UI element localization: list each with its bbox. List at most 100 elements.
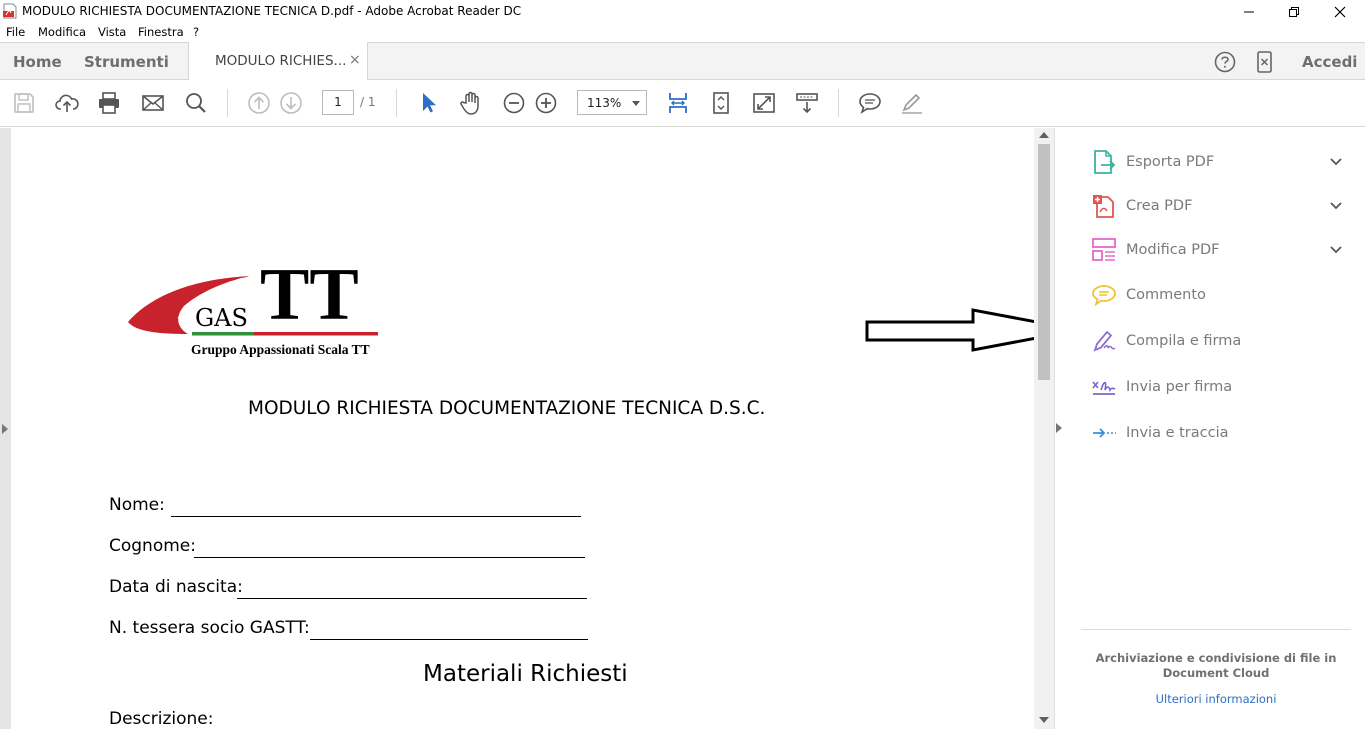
- tool-compila-e-firma[interactable]: Compila e firma: [1091, 328, 1361, 356]
- tool-esporta-pdf[interactable]: Esporta PDF: [1091, 149, 1361, 177]
- left-pane-toggle-icon[interactable]: [2, 424, 8, 434]
- rotate-view-icon[interactable]: [709, 91, 733, 115]
- more-info-link[interactable]: Ulteriori informazioni: [1081, 692, 1351, 706]
- export-pdf-icon: [1094, 150, 1116, 174]
- field-surname-line: [194, 557, 585, 558]
- toolbar-separator: [227, 89, 228, 117]
- hand-tool-icon[interactable]: [459, 91, 483, 115]
- tab-close-icon[interactable]: ×: [349, 52, 361, 68]
- acrobat-pdf-icon: [3, 3, 17, 19]
- tab-document-label: MODULO RICHIES...: [215, 53, 347, 69]
- pdf-page: GAS TT Gruppo Appassionati Scala TT MODU…: [11, 128, 1034, 729]
- search-icon[interactable]: [184, 91, 208, 115]
- tool-label: Invia e traccia: [1126, 425, 1229, 441]
- restore-icon: [1289, 7, 1299, 17]
- zoom-select[interactable]: 113%: [577, 90, 647, 115]
- tab-document[interactable]: MODULO RICHIES... ×: [188, 42, 368, 80]
- tools-pane-toggle-icon[interactable]: [1056, 423, 1062, 433]
- page-total: / 1: [360, 95, 376, 109]
- help-icon[interactable]: [1214, 51, 1236, 73]
- minimize-icon: [1244, 11, 1254, 13]
- title-bar: MODULO RICHIESTA DOCUMENTAZIONE TECNICA …: [0, 0, 1365, 24]
- tool-label: Commento: [1126, 287, 1206, 303]
- field-birth-label: Data di nascita:: [109, 577, 243, 597]
- menu-help[interactable]: ?: [193, 25, 199, 39]
- chevron-down-icon: [632, 101, 640, 106]
- menu-bar: File Modifica Vista Finestra ?: [0, 24, 1365, 42]
- field-name-line: [171, 516, 581, 517]
- toolbar-separator: [838, 89, 839, 117]
- scroll-up-icon[interactable]: [1039, 132, 1049, 138]
- menu-vista[interactable]: Vista: [98, 25, 126, 39]
- close-window-button[interactable]: [1317, 0, 1363, 24]
- scroll-mode-icon[interactable]: [795, 91, 819, 115]
- tools-pane: Esporta PDF Crea PDF Modifica PDF Commen…: [1054, 128, 1365, 729]
- chevron-down-icon[interactable]: [1329, 155, 1343, 169]
- sign-in-button[interactable]: Accedi: [1302, 53, 1357, 71]
- tool-label: Compila e firma: [1126, 333, 1242, 349]
- fit-width-icon[interactable]: [666, 91, 690, 115]
- full-screen-icon[interactable]: [752, 91, 776, 115]
- comment-bubble-icon: [1092, 285, 1116, 307]
- tool-label: Crea PDF: [1126, 198, 1193, 214]
- zoom-in-icon[interactable]: [534, 91, 558, 115]
- chevron-down-icon[interactable]: [1329, 199, 1343, 213]
- close-icon: [1334, 6, 1346, 18]
- menu-finestra[interactable]: Finestra: [138, 25, 184, 39]
- pointing-arrow-icon: [865, 308, 1034, 352]
- section-heading: Materiali Richiesti: [423, 661, 628, 687]
- edit-pdf-icon: [1092, 238, 1116, 261]
- field-birth-line: [237, 598, 587, 599]
- select-arrow-icon[interactable]: [416, 91, 440, 115]
- tool-commento[interactable]: Commento: [1091, 282, 1361, 310]
- mobile-link-icon[interactable]: [1256, 51, 1274, 73]
- tab-home[interactable]: Home: [13, 53, 62, 71]
- logo-gas-text: GAS: [195, 304, 248, 332]
- menu-modifica[interactable]: Modifica: [38, 25, 86, 39]
- scrollbar-thumb[interactable]: [1038, 144, 1050, 380]
- document-heading: MODULO RICHIESTA DOCUMENTAZIONE TECNICA …: [248, 398, 766, 419]
- next-page-icon[interactable]: [279, 91, 303, 115]
- send-for-signature-icon: [1092, 381, 1116, 395]
- window-title: MODULO RICHIESTA DOCUMENTAZIONE TECNICA …: [22, 4, 522, 18]
- tab-bar: Home Strumenti MODULO RICHIES... × Acced…: [0, 42, 1365, 80]
- field-surname-label: Cognome:: [109, 536, 196, 556]
- previous-page-icon[interactable]: [247, 91, 271, 115]
- create-pdf-icon: [1093, 195, 1114, 218]
- restore-button[interactable]: [1271, 0, 1317, 24]
- zoom-value: 113%: [587, 96, 622, 110]
- vertical-scrollbar[interactable]: [1034, 128, 1054, 729]
- document-viewport[interactable]: GAS TT Gruppo Appassionati Scala TT MODU…: [0, 128, 1054, 729]
- minimize-button[interactable]: [1226, 0, 1272, 24]
- email-icon[interactable]: [141, 91, 165, 115]
- field-card-line: [310, 639, 588, 640]
- description-label: Descrizione:: [109, 709, 214, 729]
- save-icon[interactable]: [12, 91, 36, 115]
- tool-crea-pdf[interactable]: Crea PDF: [1091, 193, 1361, 221]
- menu-file[interactable]: File: [6, 25, 25, 39]
- cloud-upload-icon[interactable]: [55, 91, 79, 115]
- highlight-pen-icon[interactable]: [900, 91, 924, 115]
- tool-label: Invia per firma: [1126, 379, 1233, 395]
- logo-tt-text: TT: [260, 254, 359, 336]
- chevron-down-icon[interactable]: [1329, 243, 1343, 257]
- tool-modifica-pdf[interactable]: Modifica PDF: [1091, 237, 1361, 265]
- toolbar: 1 / 1 113%: [0, 80, 1365, 127]
- tool-label: Modifica PDF: [1126, 242, 1220, 258]
- document-cloud-promo: Archiviazione e condivisione di file in …: [1095, 651, 1337, 680]
- field-name-label: Nome:: [109, 495, 165, 515]
- zoom-out-icon[interactable]: [502, 91, 526, 115]
- tool-label: Esporta PDF: [1126, 154, 1215, 170]
- pane-divider: [1081, 629, 1351, 630]
- page-number-input[interactable]: 1: [322, 90, 354, 115]
- logo-green-bar: [192, 332, 254, 336]
- field-card-label: N. tessera socio GASTT:: [109, 618, 310, 638]
- comment-icon[interactable]: [858, 91, 882, 115]
- toolbar-separator: [396, 89, 397, 117]
- tab-tools[interactable]: Strumenti: [84, 53, 169, 71]
- tool-invia-e-traccia[interactable]: Invia e traccia: [1091, 420, 1361, 448]
- tool-invia-per-firma[interactable]: Invia per firma: [1091, 374, 1361, 402]
- print-icon[interactable]: [97, 91, 121, 115]
- scroll-down-icon[interactable]: [1039, 717, 1049, 723]
- logo-tagline: Gruppo Appassionati Scala TT: [191, 342, 370, 357]
